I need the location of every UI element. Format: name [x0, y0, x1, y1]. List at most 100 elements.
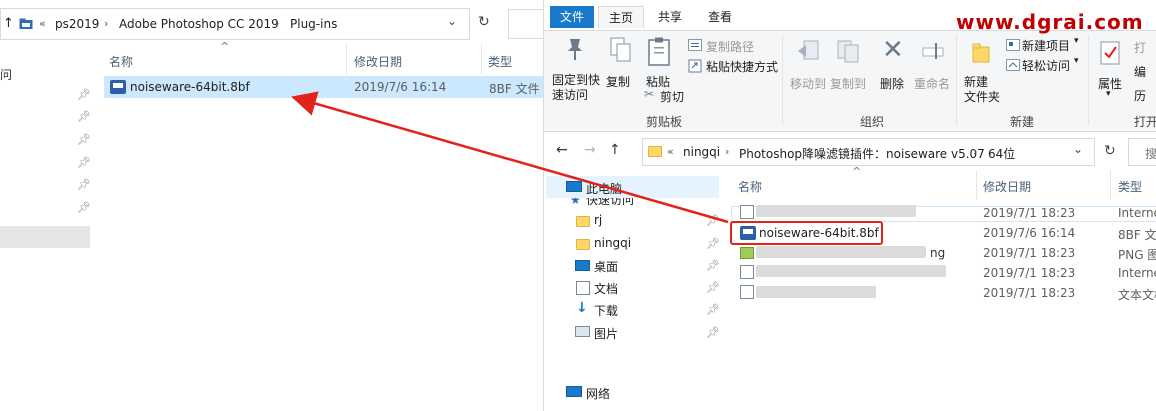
pin-to-quick-access-button[interactable]: 固定到快 速访问 — [550, 35, 600, 105]
nav-item-pictures[interactable]: 图片 — [594, 325, 618, 342]
column-date[interactable]: 修改日期 — [983, 178, 1031, 195]
forward-arrow-icon[interactable]: → — [584, 142, 596, 158]
breadcrumb-plugins[interactable]: Plug-ins — [290, 17, 337, 31]
tab-share[interactable]: 共享 — [648, 6, 692, 28]
paste-icon — [648, 37, 672, 70]
left-column-header: ^ 名称 修改日期 类型 — [96, 40, 543, 74]
copy-path-button[interactable]: 复制路径 — [688, 37, 784, 55]
folder-icon — [648, 146, 662, 157]
paste-shortcut-label: 粘贴快捷方式 — [706, 60, 779, 74]
refresh-icon[interactable]: ↻ — [1104, 143, 1116, 159]
ribbon-divider — [956, 35, 957, 125]
folder-icon — [19, 18, 33, 33]
tab-view[interactable]: 查看 — [698, 6, 742, 28]
table-row[interactable]: noiseware-64bit.8bf 2019/7/6 16:14 8BF 文… — [104, 76, 543, 98]
breadcrumb-separator-icon: › — [104, 17, 109, 30]
cut-button[interactable]: ✂ 剪切 — [644, 87, 688, 105]
up-arrow-icon[interactable]: ↑ — [609, 142, 621, 158]
pin-icon[interactable]: 📌︎ — [706, 303, 720, 316]
new-folder-icon — [972, 41, 996, 66]
breadcrumb-ningqi[interactable]: ningqi — [683, 145, 720, 159]
nav-item-downloads[interactable]: 下载 — [594, 302, 618, 319]
properties-button[interactable]: 属性 ▾ — [1092, 35, 1128, 107]
breadcrumb-overflow-icon[interactable]: « — [39, 17, 46, 30]
easy-access-button[interactable]: 轻松访问 ▾ — [1004, 56, 1084, 75]
rename-label: 重命名 — [914, 77, 951, 91]
pin-icon[interactable]: 📌︎ — [706, 214, 720, 227]
nav-partial-text: 问 — [0, 68, 13, 82]
pin-icon[interactable]: 📌︎ — [706, 259, 720, 272]
chevron-down-icon[interactable]: ⌄ — [1073, 142, 1083, 156]
back-arrow-icon[interactable]: ← — [556, 142, 568, 158]
tab-file[interactable]: 文件 — [550, 6, 595, 28]
delete-button[interactable]: ✕ 删除 — [876, 35, 910, 99]
sort-ascending-icon: ^ — [852, 165, 862, 178]
tab-home[interactable]: 主页 — [598, 6, 645, 28]
nav-item-ningqi[interactable]: ningqi — [594, 236, 631, 250]
column-divider[interactable] — [976, 170, 977, 200]
blurred-filename — [756, 246, 926, 258]
edit-partial[interactable]: 编 — [1134, 63, 1146, 80]
nav-item-desktop[interactable]: 桌面 — [594, 258, 618, 275]
search-input[interactable] — [508, 9, 543, 39]
address-bar[interactable]: « ningqi › Photoshop降噪滤镜插件：noiseware v5.… — [642, 138, 1095, 166]
breadcrumb-ps2019[interactable]: ps2019 — [55, 17, 99, 31]
breadcrumb-overflow-icon[interactable]: « — [667, 145, 674, 158]
breadcrumb-separator-icon: › — [973, 145, 978, 158]
breadcrumb-noiseware[interactable]: Photoshop降噪滤镜插件：noiseware v5.07 — [739, 145, 985, 162]
nav-selected-item[interactable] — [0, 226, 90, 248]
column-divider[interactable] — [1110, 170, 1111, 200]
breadcrumb-64bit[interactable]: 64位 — [988, 145, 1015, 162]
nav-item-rj[interactable]: rj — [594, 213, 602, 227]
refresh-icon[interactable]: ↻ — [478, 14, 490, 30]
new-folder-button[interactable]: 新建 文件夹 — [962, 35, 1006, 107]
ribbon-divider — [782, 35, 783, 125]
blurred-filename — [756, 205, 916, 217]
paste-shortcut-button[interactable]: 粘贴快捷方式 — [688, 57, 788, 75]
column-divider[interactable] — [346, 44, 347, 74]
column-date[interactable]: 修改日期 — [354, 53, 402, 70]
pin-icon[interactable]: 📌︎ — [77, 133, 91, 146]
group-label-organize: 组织 — [860, 115, 885, 129]
pin-icon[interactable]: 📌︎ — [77, 88, 91, 101]
nav-item-documents[interactable]: 文档 — [594, 280, 618, 297]
cut-label: 剪切 — [660, 90, 685, 104]
column-name[interactable]: 名称 — [109, 53, 133, 70]
chevron-down-icon[interactable]: ⌄ — [447, 14, 457, 28]
history-partial[interactable]: 历 — [1134, 87, 1146, 104]
column-divider[interactable] — [481, 44, 482, 74]
left-address-bar[interactable]: ↑ « ps2019 › Adobe Photoshop CC 2019 › P… — [0, 8, 470, 40]
nav-item-this-pc[interactable]: 此电脑 — [546, 176, 719, 198]
column-type[interactable]: 类型 — [488, 53, 512, 70]
nav-network[interactable]: 网络 — [586, 385, 610, 402]
pin-icon[interactable]: 📌︎ — [77, 178, 91, 191]
right-address-row: ← → ↑ « ningqi › Photoshop降噪滤镜插件：noisewa… — [544, 132, 1156, 172]
file-date: 2019/7/1 18:23 — [983, 286, 1076, 300]
rename-button[interactable]: 重命名 — [912, 35, 952, 99]
copy-to-button[interactable]: 复制到 — [828, 35, 866, 99]
move-to-icon — [796, 39, 820, 66]
up-arrow-icon[interactable]: ↑ — [3, 16, 14, 31]
html-file-icon — [740, 265, 754, 279]
pin-icon[interactable]: 📌︎ — [77, 110, 91, 123]
pin-icon[interactable]: 📌︎ — [706, 281, 720, 294]
rename-icon — [922, 41, 944, 64]
move-to-button[interactable]: 移动到 — [788, 35, 826, 99]
open-partial[interactable]: 打 — [1134, 39, 1146, 56]
new-item-button[interactable]: 新建项目 ▾ — [1004, 36, 1084, 55]
pin-icon[interactable]: 📌︎ — [77, 201, 91, 214]
pin-icon[interactable]: 📌︎ — [77, 156, 91, 169]
pin-icon[interactable]: 📌︎ — [706, 237, 720, 250]
pin-icon[interactable]: 📌︎ — [706, 326, 720, 339]
column-type[interactable]: 类型 — [1118, 178, 1142, 195]
move-to-label: 移动到 — [790, 77, 827, 91]
file-date: 2019/7/1 18:23 — [983, 206, 1076, 220]
search-input[interactable]: 搜 — [1128, 138, 1156, 166]
paste-button[interactable]: 粘贴 — [642, 35, 678, 95]
nav-this-pc-label: 此电脑 — [586, 182, 623, 196]
column-name[interactable]: 名称 — [738, 178, 762, 195]
network-icon — [566, 386, 582, 397]
breadcrumb-photoshop[interactable]: Adobe Photoshop CC 2019 — [119, 17, 279, 31]
copy-button[interactable]: 复制 — [604, 35, 638, 95]
breadcrumb-separator-icon: › — [275, 17, 280, 30]
